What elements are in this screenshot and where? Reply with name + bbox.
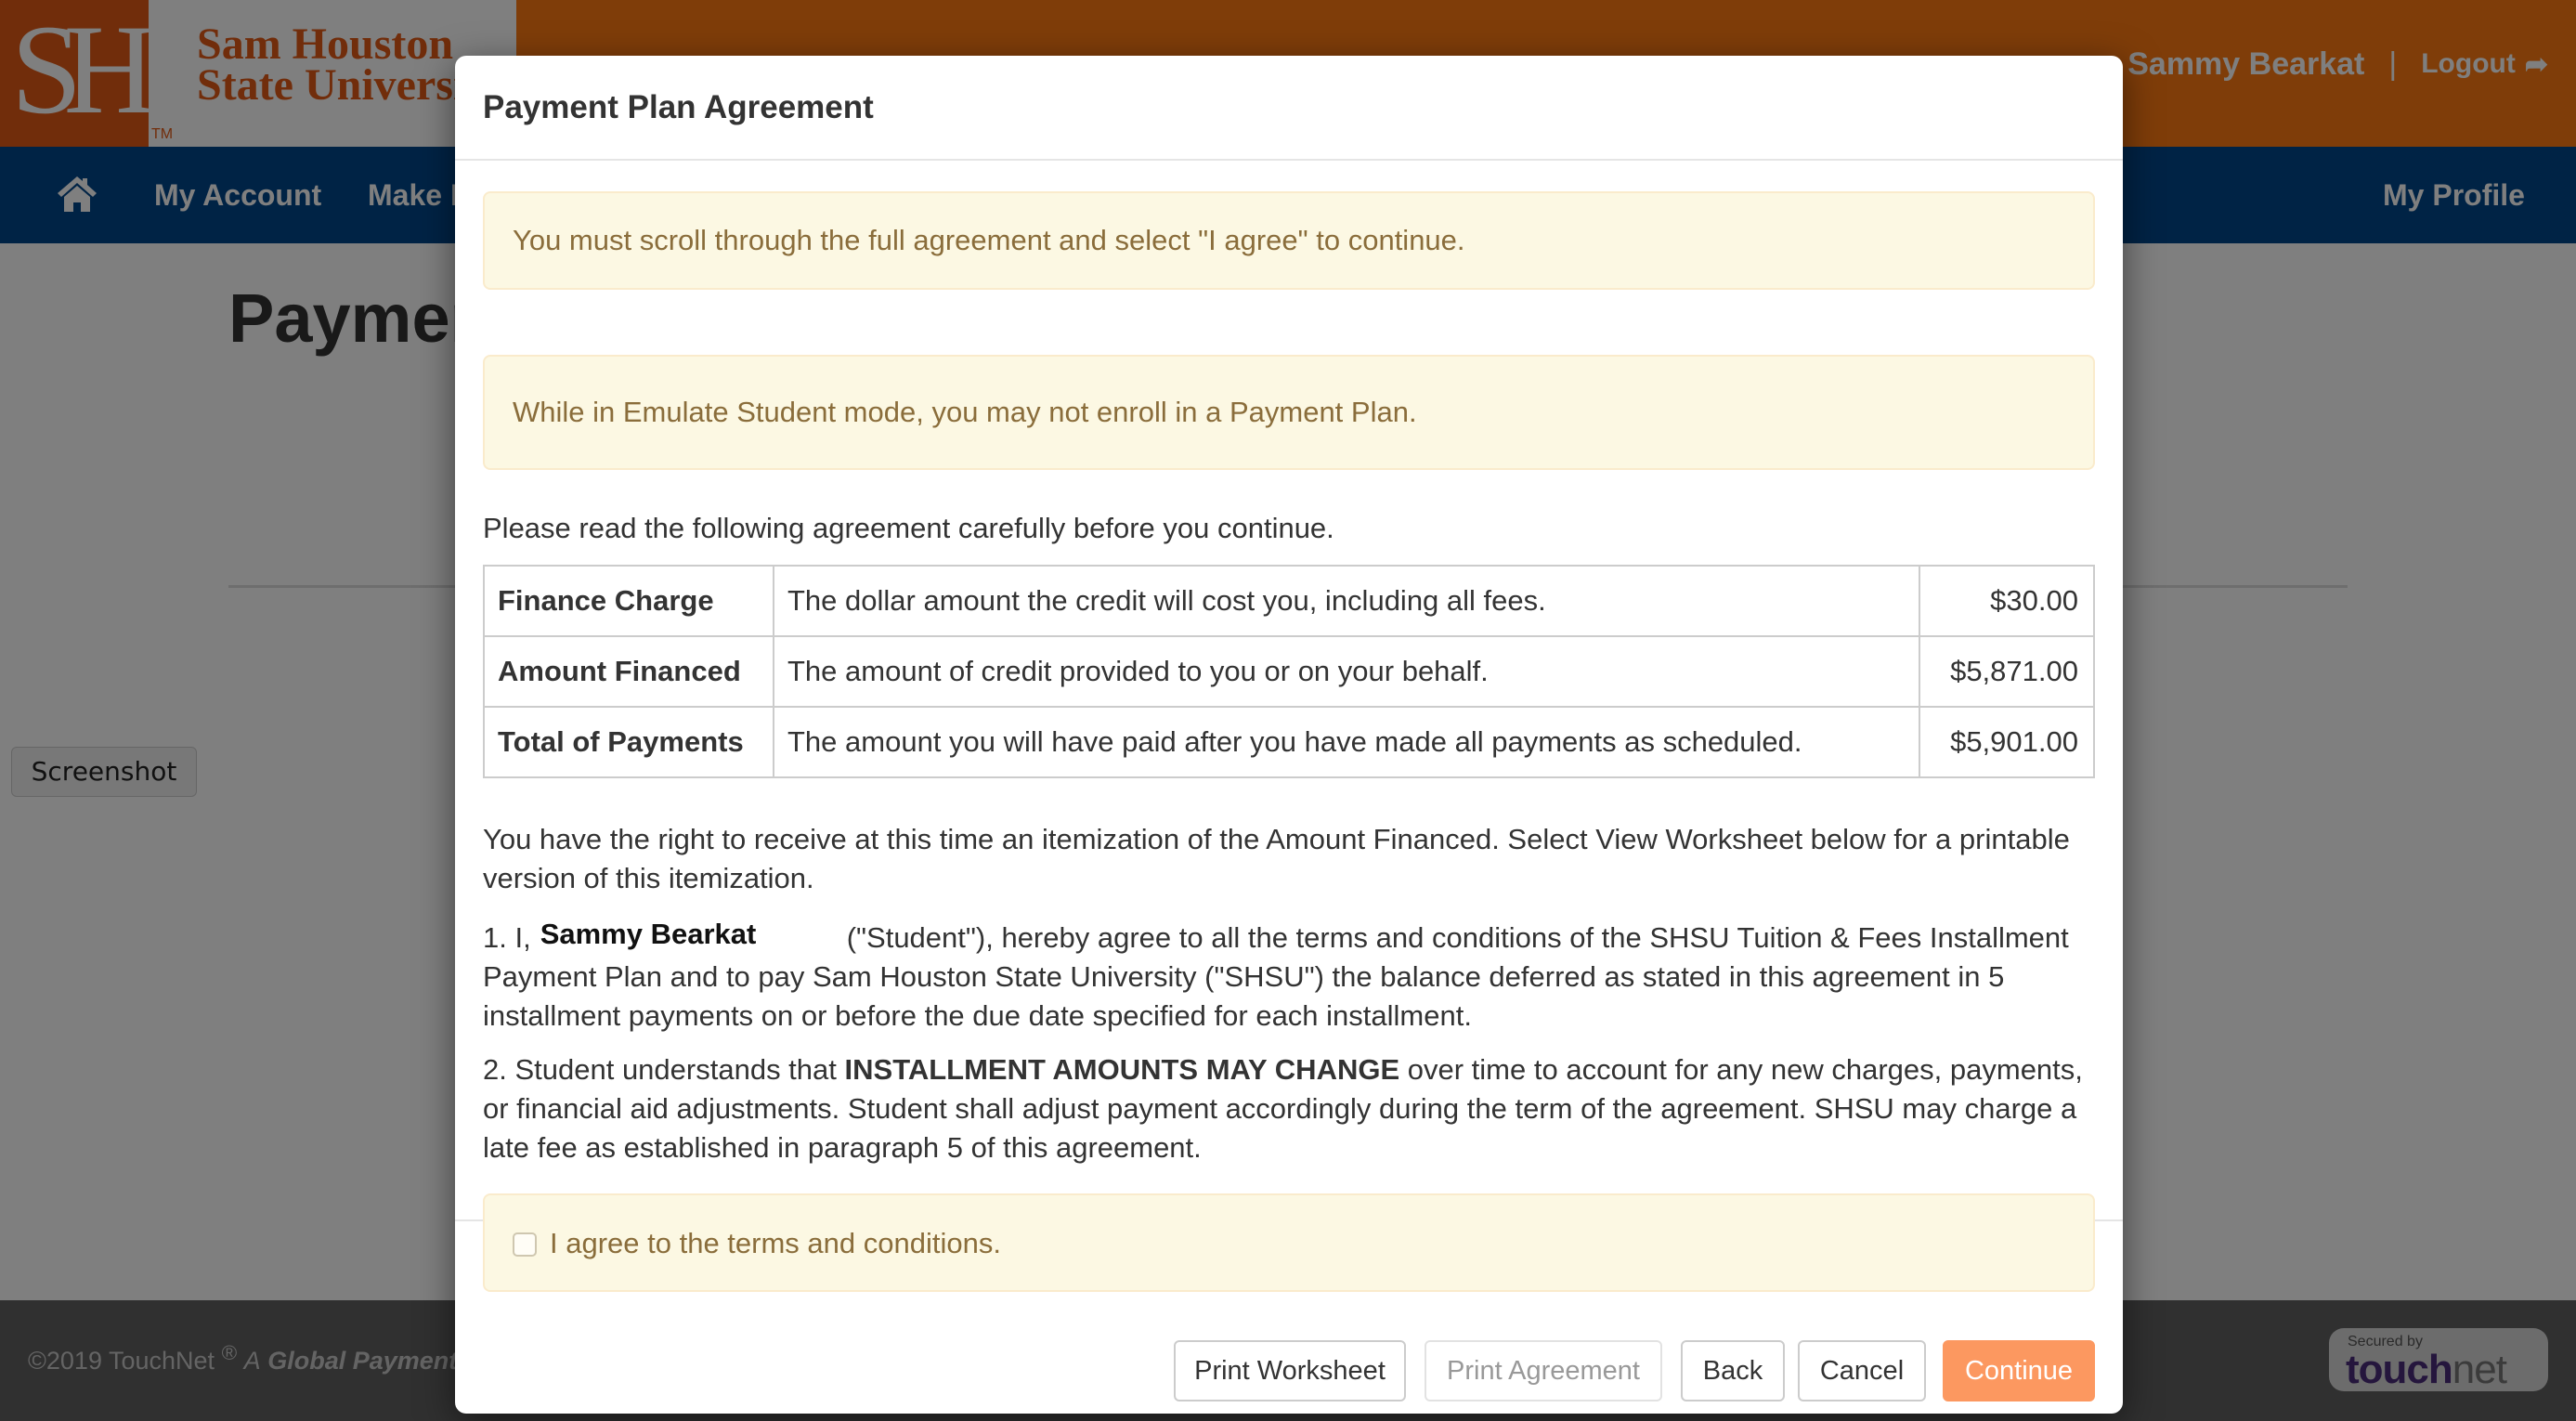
table-row: Finance Charge The dollar amount the cre…: [483, 565, 2095, 637]
row-amount: $30.00: [1919, 565, 2095, 637]
print-worksheet-button[interactable]: Print Worksheet: [1174, 1340, 1406, 1401]
row-description: The dollar amount the credit will cost y…: [773, 565, 1920, 637]
intro-text: Please read the following agreement care…: [483, 512, 1334, 544]
modal-title: Payment Plan Agreement: [483, 89, 874, 125]
continue-button[interactable]: Continue: [1943, 1340, 2095, 1401]
back-button[interactable]: Back: [1681, 1340, 1785, 1401]
payment-plan-agreement-modal: Payment Plan Agreement You must scroll t…: [455, 56, 2123, 1414]
row-description: The amount you will have paid after you …: [773, 706, 1920, 778]
agree-checkbox[interactable]: [513, 1232, 537, 1257]
table-row: Amount Financed The amount of credit pro…: [483, 635, 2095, 708]
row-description: The amount of credit provided to you or …: [773, 635, 1920, 708]
cancel-button[interactable]: Cancel: [1798, 1340, 1926, 1401]
clause-1: 1. I, Sammy Bearkat ("Student"), hereby ag…: [483, 918, 2099, 1036]
agree-section: I agree to the terms and conditions.: [483, 1193, 2095, 1292]
clause-2-emphasis: INSTALLMENT AMOUNTS MAY CHANGE: [844, 1053, 1400, 1086]
row-label: Total of Payments: [483, 706, 774, 778]
clause-2: 2. Student understands that INSTALLMENT …: [483, 1050, 2099, 1167]
row-amount: $5,871.00: [1919, 635, 2095, 708]
row-label: Amount Financed: [483, 635, 774, 708]
table-row: Total of Payments The amount you will ha…: [483, 706, 2095, 778]
clause-1-prefix: 1. I,: [483, 921, 531, 954]
agree-label[interactable]: I agree to the terms and conditions.: [550, 1227, 1001, 1260]
emulate-mode-alert: While in Emulate Student mode, you may n…: [483, 355, 2095, 470]
itemization-paragraph: You have the right to receive at this ti…: [483, 823, 2070, 894]
modal-footer: Print Worksheet Print Agreement Back Can…: [455, 1316, 2123, 1414]
clause-2-prefix: 2. Student understands that: [483, 1053, 837, 1086]
disclosure-table: Finance Charge The dollar amount the cre…: [483, 565, 2095, 778]
row-label: Finance Charge: [483, 565, 774, 637]
row-amount: $5,901.00: [1919, 706, 2095, 778]
modal-header: Payment Plan Agreement: [455, 56, 2123, 161]
scroll-requirement-alert: You must scroll through the full agreeme…: [483, 191, 2095, 290]
student-name: Sammy Bearkat: [540, 918, 757, 950]
agreement-scroll-area[interactable]: You must scroll through the full agreeme…: [455, 161, 2123, 1221]
print-agreement-button[interactable]: Print Agreement: [1425, 1340, 1662, 1401]
